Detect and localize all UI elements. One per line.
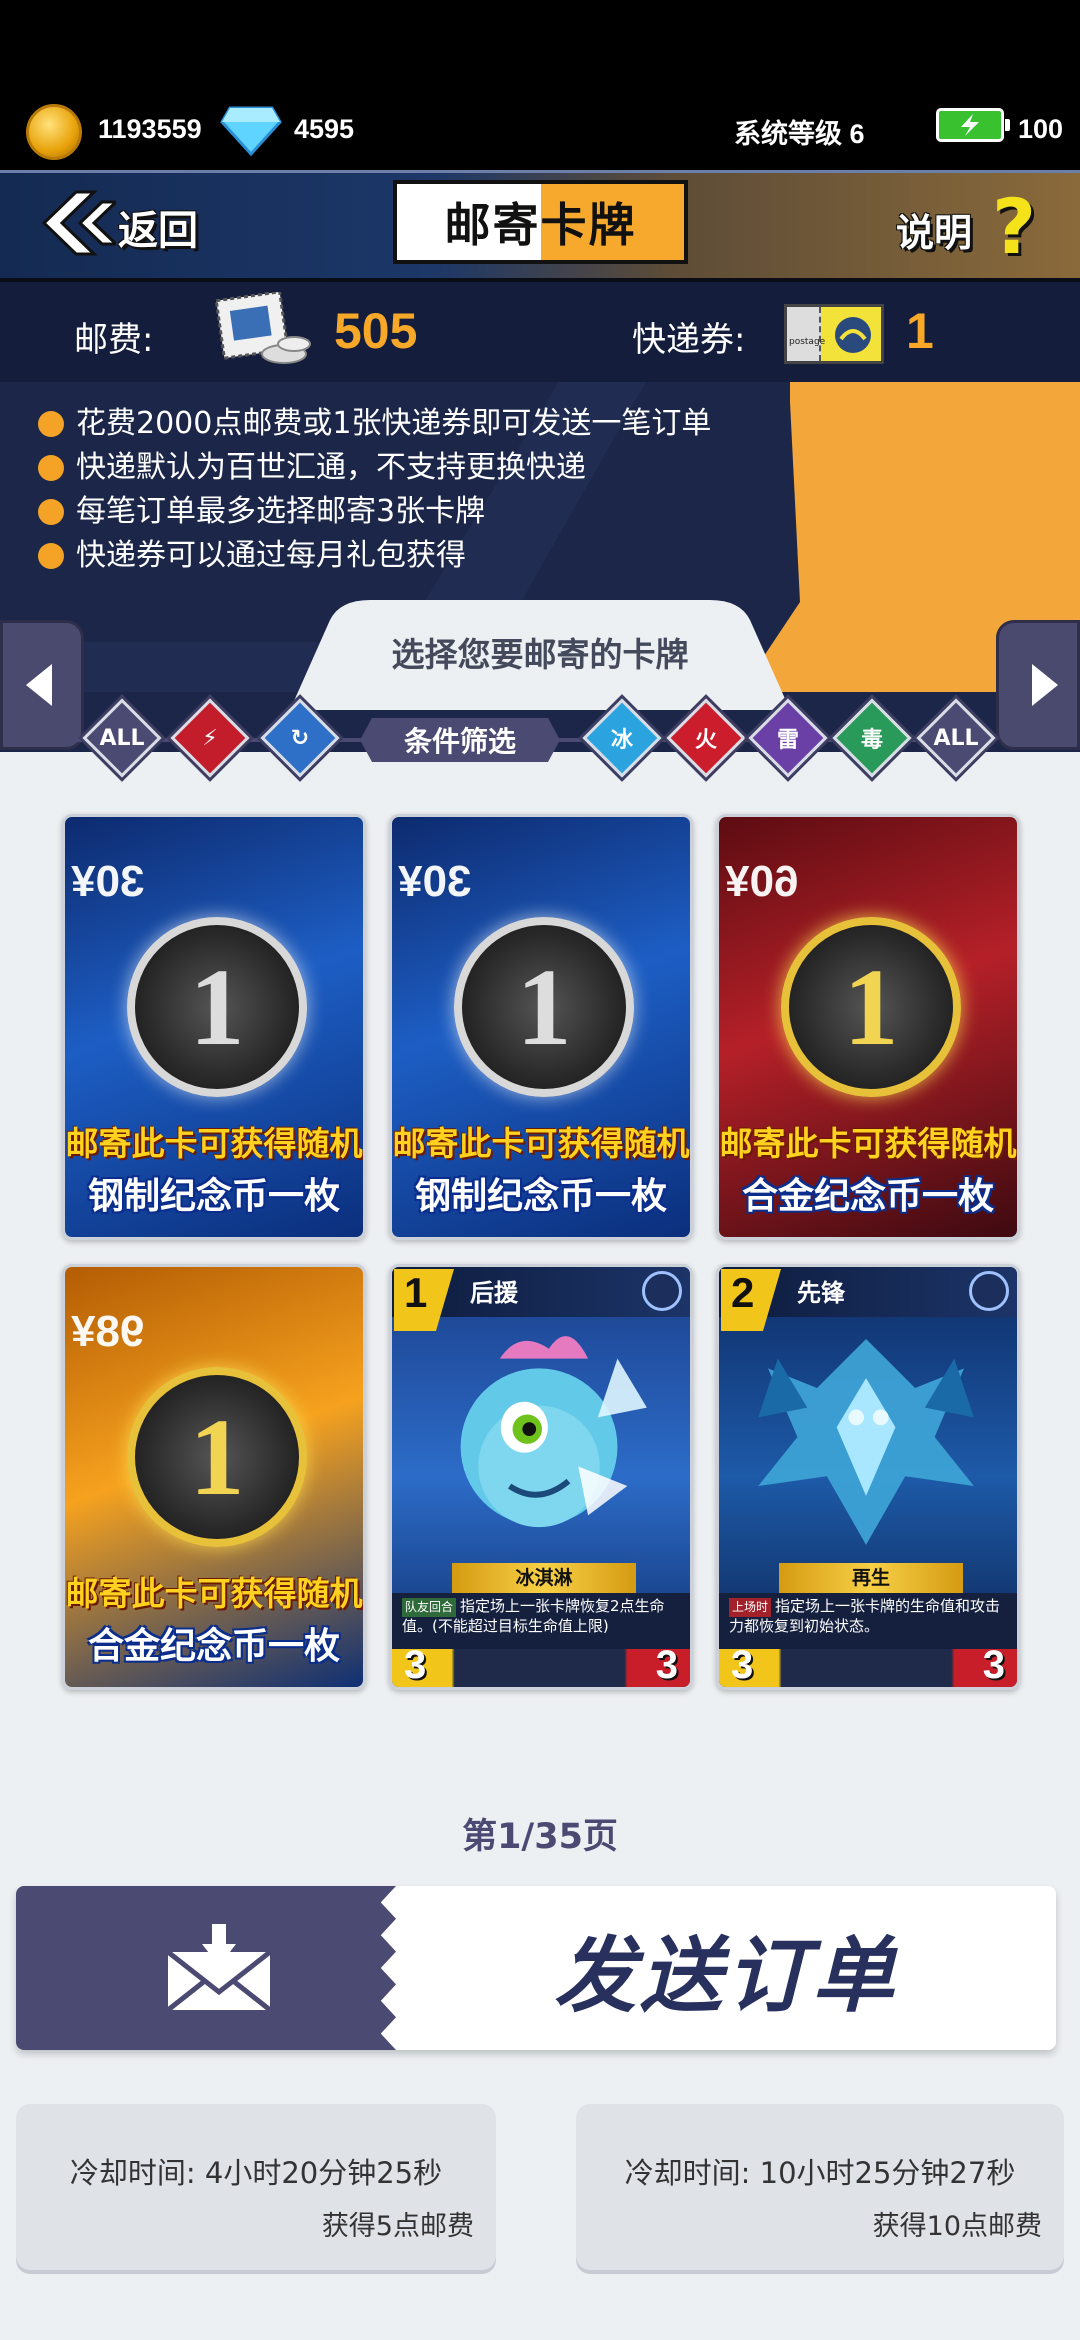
back-label: 返回 <box>118 208 198 254</box>
postage-value: 505 <box>334 303 418 359</box>
filter-conditions-button[interactable]: 条件筛选 <box>360 718 560 762</box>
cooldown-card-small[interactable]: 冷却时间: 4小时20分钟25秒 获得5点邮费 <box>16 2104 496 2270</box>
pack-text-line1: 邮寄此卡可获得随机 <box>65 1574 363 1613</box>
postage-label: 邮费: <box>74 320 154 360</box>
back-button[interactable]: 返回 <box>32 188 202 260</box>
pack-price: 98¥ <box>71 1307 145 1356</box>
arrow-left-icon <box>26 664 52 706</box>
energy-amount: 100 <box>1018 114 1064 144</box>
pack-price: 30¥ <box>398 857 472 906</box>
attack-icon: ⚡ <box>202 725 218 751</box>
steel-coin-icon <box>454 917 634 1097</box>
card-item[interactable]: 2 先锋 再生 上场时 指定场上一张卡牌的生命值和攻击力都恢复到初始状态。 3 3 <box>716 1264 1020 1690</box>
alloy-coin-icon <box>781 917 961 1097</box>
cooldown-time: 冷却时间: 4小时20分钟25秒 <box>69 2156 443 2190</box>
title-left-text: 邮寄 <box>444 198 541 252</box>
pack-price: 30¥ <box>71 857 145 906</box>
title-right-text: 卡牌 <box>540 198 637 252</box>
card-item[interactable]: 98¥ 邮寄此卡可获得随机 合金纪念币一枚 <box>62 1264 366 1690</box>
card-description: 队友回合 指定场上一张卡牌恢复2点生命值。(不能超过目标生命值上限) <box>392 1593 690 1649</box>
pack-price: 60¥ <box>725 857 799 906</box>
arrow-right-icon <box>1032 664 1058 706</box>
ice-dragon-art <box>758 1338 974 1545</box>
diamond-icon <box>220 106 282 156</box>
card-attack: 3 <box>731 1643 754 1687</box>
pack-text-line2: 钢制纪念币一枚 <box>87 1176 340 1217</box>
pack-text-line1: 邮寄此卡可获得随机 <box>392 1124 690 1163</box>
card-item[interactable]: 1 后援 冰淇淋 队友回合 指定场上一张卡牌恢复2点生命值。(不能超过目标生命值上… <box>389 1264 693 1690</box>
card-health: 3 <box>655 1643 678 1687</box>
pack-text-line2: 钢制纪念币一枚 <box>414 1176 667 1217</box>
cooldown-reward: 获得10点邮费 <box>872 2211 1042 2242</box>
send-order-button[interactable]: 发送订单 <box>16 1886 1056 2050</box>
question-mark-icon: ? <box>992 182 1037 271</box>
steel-coin-icon <box>127 917 307 1097</box>
voucher-label: 快递券: <box>632 320 746 360</box>
cooldown-card-large[interactable]: 冷却时间: 10小时25分钟27秒 获得10点邮费 <box>576 2104 1064 2270</box>
card-role: 先锋 <box>797 1279 845 1307</box>
pack-text-line2: 合金纪念币一枚 <box>87 1626 340 1667</box>
pack-text-line2: 合金纪念币一枚 <box>741 1176 994 1217</box>
gold-coin-icon <box>26 104 82 160</box>
refresh-icon: ↻ <box>290 725 310 751</box>
next-page-button[interactable] <box>996 620 1080 750</box>
card-trigger-tag: 上场时 <box>729 1598 772 1617</box>
card-trigger-tag: 队友回合 <box>402 1598 457 1617</box>
card-item[interactable]: 60¥ 邮寄此卡可获得随机 合金纪念币一枚 <box>716 814 1020 1240</box>
rule-item: 花费2000点邮费或1张快递券即可发送一笔订单 <box>38 402 711 446</box>
back-arrow-icon <box>41 190 116 256</box>
cooldown-reward: 获得5点邮费 <box>321 2211 474 2242</box>
rule-item: 快递券可以通过每月礼包获得 <box>38 534 711 578</box>
card-item[interactable]: 30¥ 邮寄此卡可获得随机 钢制纪念币一枚 <box>62 814 366 1240</box>
help-button[interactable]: 说明 ? <box>896 182 1056 271</box>
send-order-label: 发送订单 <box>554 1928 898 2024</box>
rule-item: 每笔订单最多选择邮寄3张卡牌 <box>38 490 711 534</box>
card-health: 3 <box>982 1643 1005 1687</box>
cooldown-time: 冷却时间: 10小时25分钟27秒 <box>624 2156 1016 2190</box>
alloy-coin-icon <box>127 1367 307 1547</box>
gold-amount: 1193559 <box>98 114 202 144</box>
card-name: 再生 <box>779 1563 963 1593</box>
card-type-icon <box>642 1271 682 1311</box>
postage-stamp-icon <box>214 292 311 364</box>
diamond-amount: 4595 <box>294 114 355 144</box>
mail-cards-screen: 1193559 4595 系统等级 6 100 返回 邮寄 卡牌 说明 ? 邮费: <box>0 0 1080 2340</box>
voucher-ticket-text: postage <box>789 337 826 347</box>
prev-page-button[interactable] <box>0 620 84 750</box>
card-item[interactable]: 30¥ 邮寄此卡可获得随机 钢制纪念币一枚 <box>389 814 693 1240</box>
system-level: 系统等级 6 <box>734 119 865 149</box>
help-label: 说明 <box>896 211 973 255</box>
ice-creature-art <box>460 1336 647 1528</box>
card-role: 后援 <box>470 1279 518 1307</box>
mail-envelope-icon <box>166 1924 272 2012</box>
page-indicator: 第1/35页 <box>462 1817 618 1857</box>
rule-item: 快递默认为百世汇通，不支持更换快递 <box>38 446 711 490</box>
voucher-ticket-icon: postage <box>784 304 884 364</box>
card-description: 上场时 指定场上一张卡牌的生命值和攻击力都恢复到初始状态。 <box>719 1593 1017 1649</box>
card-attack: 3 <box>404 1643 427 1687</box>
card-name: 冰淇淋 <box>452 1563 636 1593</box>
page-title: 邮寄 卡牌 <box>393 180 688 264</box>
rules-list: 花费2000点邮费或1张快递券即可发送一笔订单 快递默认为百世汇通，不支持更换快… <box>38 402 711 578</box>
card-type-icon <box>969 1271 1009 1311</box>
pack-text-line1: 邮寄此卡可获得随机 <box>719 1124 1017 1163</box>
voucher-value: 1 <box>906 303 934 359</box>
pack-text-line1: 邮寄此卡可获得随机 <box>65 1124 363 1163</box>
select-title: 选择您要邮寄的卡牌 <box>391 635 689 674</box>
energy-battery-icon <box>936 108 1010 142</box>
